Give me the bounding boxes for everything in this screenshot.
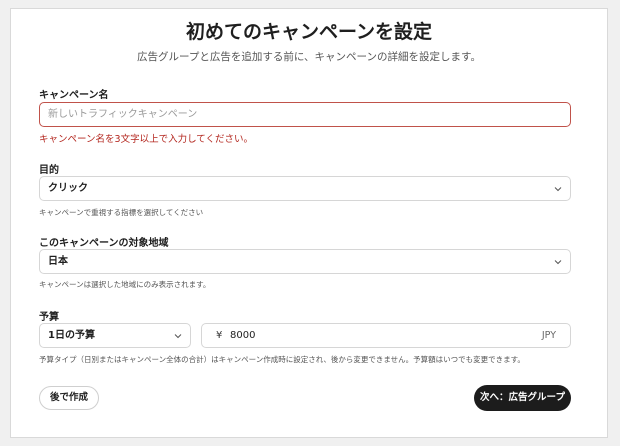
campaign-setup-card: 初めてのキャンペーンを設定 広告グループと広告を追加する前に、キャンペーンの詳細… <box>10 8 608 438</box>
objective-selected-value: クリック <box>48 183 88 194</box>
objective-help: キャンペーンで重視する指標を選択してください <box>39 208 204 217</box>
budget-type-select[interactable]: 1日の予算 <box>39 323 191 348</box>
region-select[interactable]: 日本 <box>39 249 571 274</box>
campaign-name-label: キャンペーン名 <box>39 90 109 101</box>
create-later-button[interactable]: 後で作成 <box>39 386 99 410</box>
chevron-down-icon <box>554 187 562 192</box>
budget-help: 予算タイプ（日別またはキャンペーン全体の合計）はキャンペーン作成時に設定され、後… <box>39 355 525 364</box>
objective-label: 目的 <box>39 165 59 176</box>
page-subtitle: 広告グループと広告を追加する前に、キャンペーンの詳細を設定します。 <box>137 51 481 63</box>
campaign-name-error: キャンペーン名を3文字以上で入力してください。 <box>39 134 253 145</box>
region-help: キャンペーンは選択した地域にのみ表示されます。 <box>39 280 211 289</box>
region-selected-value: 日本 <box>48 256 68 267</box>
region-label: このキャンペーンの対象地域 <box>39 238 169 249</box>
objective-select[interactable]: クリック <box>39 176 571 201</box>
budget-amount-value: 8000 <box>230 330 256 341</box>
next-ad-group-button[interactable]: 次へ：広告グループ <box>474 385 571 411</box>
page-title: 初めてのキャンペーンを設定 <box>185 21 433 43</box>
budget-label: 予算 <box>39 312 59 323</box>
chevron-down-icon <box>174 334 182 339</box>
yen-symbol: ¥ <box>216 330 223 341</box>
campaign-name-input[interactable] <box>39 102 571 127</box>
currency-code: JPY <box>541 330 556 341</box>
budget-type-selected-value: 1日の予算 <box>48 330 95 341</box>
budget-amount-field[interactable]: ¥ 8000 JPY <box>201 323 571 348</box>
chevron-down-icon <box>554 260 562 265</box>
